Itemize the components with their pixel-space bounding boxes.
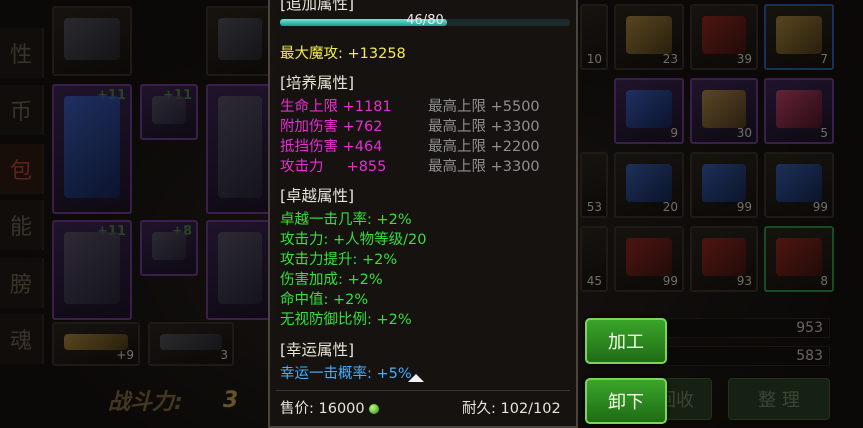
unequip-button[interactable]: 卸下 [585, 378, 667, 424]
cultivate-stat: 生命上限 +1181 [280, 99, 392, 115]
progress-text: 46/80 [406, 13, 444, 28]
scroll-up-arrow-icon[interactable] [408, 374, 424, 382]
enhance-button[interactable]: 加工 [585, 318, 667, 364]
divider [276, 390, 570, 391]
progress-bar: 46/80 [280, 13, 570, 28]
item-tooltip: [追加属性] 46/80 最大魔攻: +13258 [培养属性] 生命上限 +1… [268, 0, 578, 428]
excellent-stat: 伤害加成: +2% [280, 272, 383, 288]
luck-stat: 幸运一击概率: +5% [280, 366, 412, 382]
section-header: [追加属性] [280, 0, 355, 13]
cultivate-stat: 抵挡伤害 +464 [280, 139, 383, 155]
excellent-stat: 攻击力: +人物等级/20 [280, 232, 427, 248]
sell-price: 售价: 16000 [280, 397, 379, 418]
cultivate-max: 最高上限 +5500 [428, 99, 540, 115]
excellent-stat: 无视防御比例: +2% [280, 312, 412, 328]
max-magic-attack: 最大魔攻: +13258 [280, 46, 406, 62]
cultivate-header: [培养属性] [280, 74, 355, 92]
cultivate-max: 最高上限 +2200 [428, 139, 540, 155]
excellent-stat: 卓越一击几率: +2% [280, 212, 412, 228]
coin-icon [368, 404, 379, 414]
cultivate-stat: 攻击力 +855 [280, 159, 387, 175]
luck-header: [幸运属性] [280, 341, 355, 359]
excellent-header: [卓越属性] [280, 187, 355, 205]
excellent-stat: 命中值: +2% [280, 292, 369, 308]
excellent-stat: 攻击力提升: +2% [280, 252, 398, 268]
durability: 耐久: 102/102 [462, 401, 561, 417]
cultivate-max: 最高上限 +3300 [428, 119, 540, 135]
sell-price-text: 售价: 16000 [280, 401, 365, 417]
cultivate-stat: 附加伤害 +762 [280, 119, 383, 135]
cultivate-max: 最高上限 +3300 [428, 159, 540, 175]
